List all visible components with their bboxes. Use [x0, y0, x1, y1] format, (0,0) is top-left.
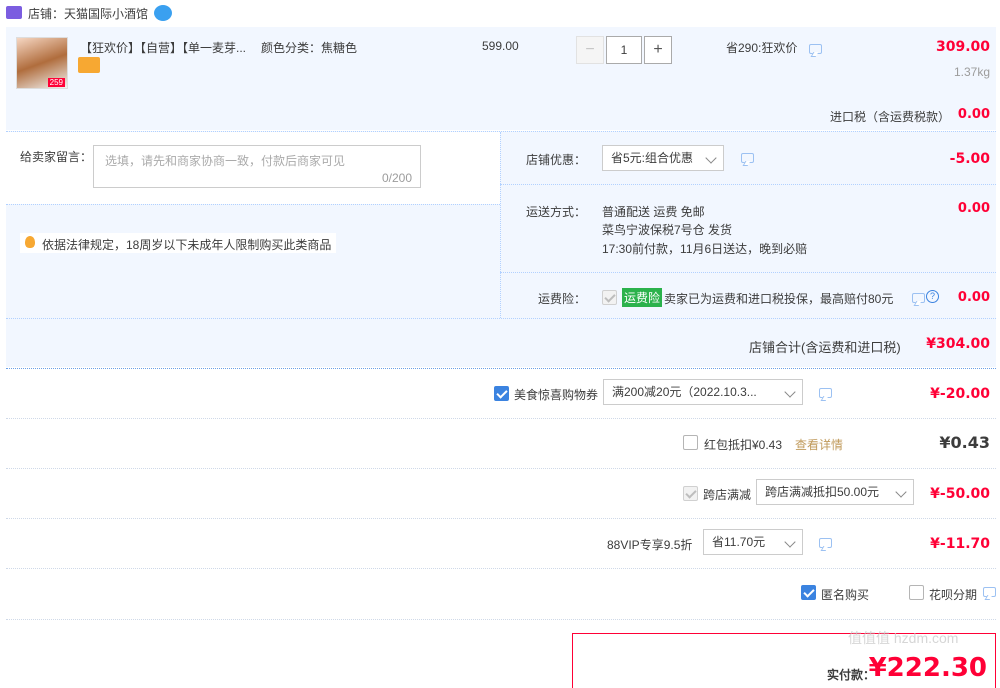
- cross-store-label: 跨店满减: [703, 488, 752, 502]
- shipping-line3: 17:30前付款，11月6日送达，晚到必赔: [602, 242, 808, 256]
- row-divider: [6, 619, 996, 620]
- coupon-info-icon[interactable]: [819, 388, 832, 398]
- vip-info-icon[interactable]: [819, 538, 832, 548]
- shipping-value: 0.00: [957, 201, 990, 216]
- item-promo: 省290:狂欢价: [726, 41, 798, 55]
- shop-discount-selected: 省5元:组合优惠: [611, 151, 694, 165]
- coupon-value: ¥-20.00: [930, 386, 990, 402]
- huabei-checkbox[interactable]: [909, 585, 924, 600]
- coupon-select[interactable]: 满200减20元（2022.10.3...: [603, 379, 803, 405]
- message-label: 给卖家留言：: [20, 150, 93, 164]
- shop-discount-value: -5.00: [949, 151, 990, 167]
- redpacket-label: 红包抵扣¥0.43: [704, 438, 783, 452]
- cross-store-row: 跨店满减 跨店满减抵扣50.00元 ¥-50.00: [6, 469, 996, 518]
- message-field[interactable]: 选填，请先和商家协商一致，付款后商家可见 0/200: [93, 145, 421, 188]
- chevron-down-icon: [705, 152, 717, 164]
- wangwang-icon[interactable]: [154, 5, 172, 21]
- redpacket-detail-link[interactable]: 查看详情: [795, 436, 843, 453]
- huabei-info-icon[interactable]: [983, 587, 996, 597]
- shipping-line2: 菜鸟宁波保税7号仓 发货: [602, 223, 733, 237]
- vip-row: 88VIP专享9.5折 省11.70元 ¥-11.70: [6, 519, 996, 568]
- chevron-down-icon: [895, 486, 907, 498]
- item-title[interactable]: 【狂欢价】【自营】【单一麦芽...: [80, 39, 246, 56]
- shop-total-value: ¥304.00: [926, 336, 990, 352]
- coupon-row: 美食惊喜购物券 满200减20元（2022.10.3... ¥-20.00: [6, 369, 996, 418]
- redpacket-checkbox[interactable]: [683, 435, 698, 450]
- vip-select[interactable]: 省11.70元: [703, 529, 803, 555]
- shop-label[interactable]: 店铺：天猫国际小酒馆: [28, 5, 148, 22]
- thumb-price-tag: 259: [47, 78, 65, 87]
- shipping-row: 运送方式： 普通配送 运费 免邮 菜鸟宁波保税7号仓 发货 17:30前付款，1…: [500, 184, 996, 272]
- order-extras: 给卖家留言： 选填，请先和商家协商一致，付款后商家可见 0/200 依据法律规定…: [6, 131, 996, 367]
- discount-info-icon[interactable]: [741, 153, 754, 163]
- law-notice-text: 依据法律规定，18周岁以下未成年人限制购买此类商品: [42, 238, 332, 252]
- insurance-checkbox: [602, 290, 617, 305]
- insurance-value: 0.00: [957, 290, 990, 305]
- shop-icon: [6, 6, 22, 19]
- shop-total-label: 店铺合计(含运费和进口税): [749, 340, 901, 355]
- item-row: 259 【狂欢价】【自营】【单一麦芽... 颜色分类：焦糖色 599.00 − …: [6, 27, 996, 130]
- vip-label: 88VIP专享9.5折: [607, 538, 693, 552]
- quantity-stepper: − 1 +: [576, 36, 672, 64]
- promo-info-icon[interactable]: [809, 44, 822, 54]
- item-weight: 1.37kg: [953, 65, 990, 79]
- item-total: 309.00: [935, 39, 990, 55]
- insurance-label: 运费险：: [538, 292, 587, 306]
- cross-store-selected: 跨店满减抵扣50.00元: [765, 485, 880, 499]
- coupon-selected: 满200减20元（2022.10.3...: [612, 385, 757, 399]
- cross-store-checkbox: [683, 486, 698, 501]
- quantity-minus-button[interactable]: −: [576, 36, 604, 64]
- law-notice: 依据法律规定，18周岁以下未成年人限制购买此类商品: [20, 233, 336, 253]
- coupon-checkbox[interactable]: [494, 386, 509, 401]
- chevron-down-icon: [784, 536, 796, 548]
- cross-store-select[interactable]: 跨店满减抵扣50.00元: [756, 479, 914, 505]
- quantity-input[interactable]: 1: [606, 36, 642, 64]
- card-badge-icon: [78, 57, 100, 73]
- item-color: 颜色分类：焦糖色: [261, 41, 358, 55]
- insurance-row: 运费险： 运费险 卖家已为运费和进口税投保，最高赔付80元 ? 0.00: [500, 272, 996, 318]
- help-icon[interactable]: ?: [926, 290, 939, 303]
- product-thumbnail[interactable]: 259: [16, 37, 68, 89]
- message-placeholder: 选填，请先和商家协商一致，付款后商家可见: [105, 154, 346, 168]
- shop-discount-select[interactable]: 省5元:组合优惠: [602, 145, 724, 171]
- vip-selected: 省11.70元: [712, 535, 766, 549]
- shipping-line1: 普通配送 运费 免邮: [602, 205, 705, 219]
- chevron-down-icon: [784, 386, 796, 398]
- quantity-plus-button[interactable]: +: [644, 36, 672, 64]
- insurance-info-icon[interactable]: [912, 293, 925, 303]
- redpacket-value: ¥0.43: [939, 433, 990, 452]
- shop-discount-row: 店铺优惠： 省5元:组合优惠 -5.00: [500, 132, 996, 184]
- vip-value: ¥-11.70: [930, 536, 990, 552]
- watermark: 值值值 hzdm.com: [848, 630, 959, 646]
- unit-price: 599.00: [482, 39, 519, 53]
- pay-value: ¥222.30: [868, 653, 987, 683]
- message-section: 给卖家留言： 选填，请先和商家协商一致，付款后商家可见 0/200: [6, 132, 500, 204]
- cross-store-value: ¥-50.00: [930, 486, 990, 502]
- message-counter: 0/200: [381, 171, 412, 185]
- shop-total-row: 店铺合计(含运费和进口税) ¥304.00: [6, 318, 996, 368]
- import-tax-label: 进口税（含运费税款）: [830, 110, 951, 124]
- coupon-label: 美食惊喜购物券: [514, 388, 599, 402]
- anonymous-label: 匿名购买: [821, 588, 870, 602]
- options-row: 匿名购买 花呗分期: [6, 569, 996, 619]
- anonymous-checkbox[interactable]: [801, 585, 816, 600]
- redpacket-row: 红包抵扣¥0.43 查看详情 ¥0.43: [6, 419, 996, 468]
- law-notice-area: 依据法律规定，18周岁以下未成年人限制购买此类商品: [6, 204, 500, 318]
- shop-header: 店铺：天猫国际小酒馆: [6, 2, 306, 22]
- import-tax-value: 0.00: [957, 107, 990, 122]
- bulb-icon: [25, 236, 35, 248]
- shop-discount-label: 店铺优惠：: [526, 153, 587, 167]
- insurance-badge: 运费险: [622, 288, 663, 307]
- shipping-label: 运送方式：: [526, 205, 587, 219]
- insurance-text: 卖家已为运费和进口税投保，最高赔付80元: [664, 292, 894, 306]
- huabei-label: 花呗分期: [929, 588, 978, 602]
